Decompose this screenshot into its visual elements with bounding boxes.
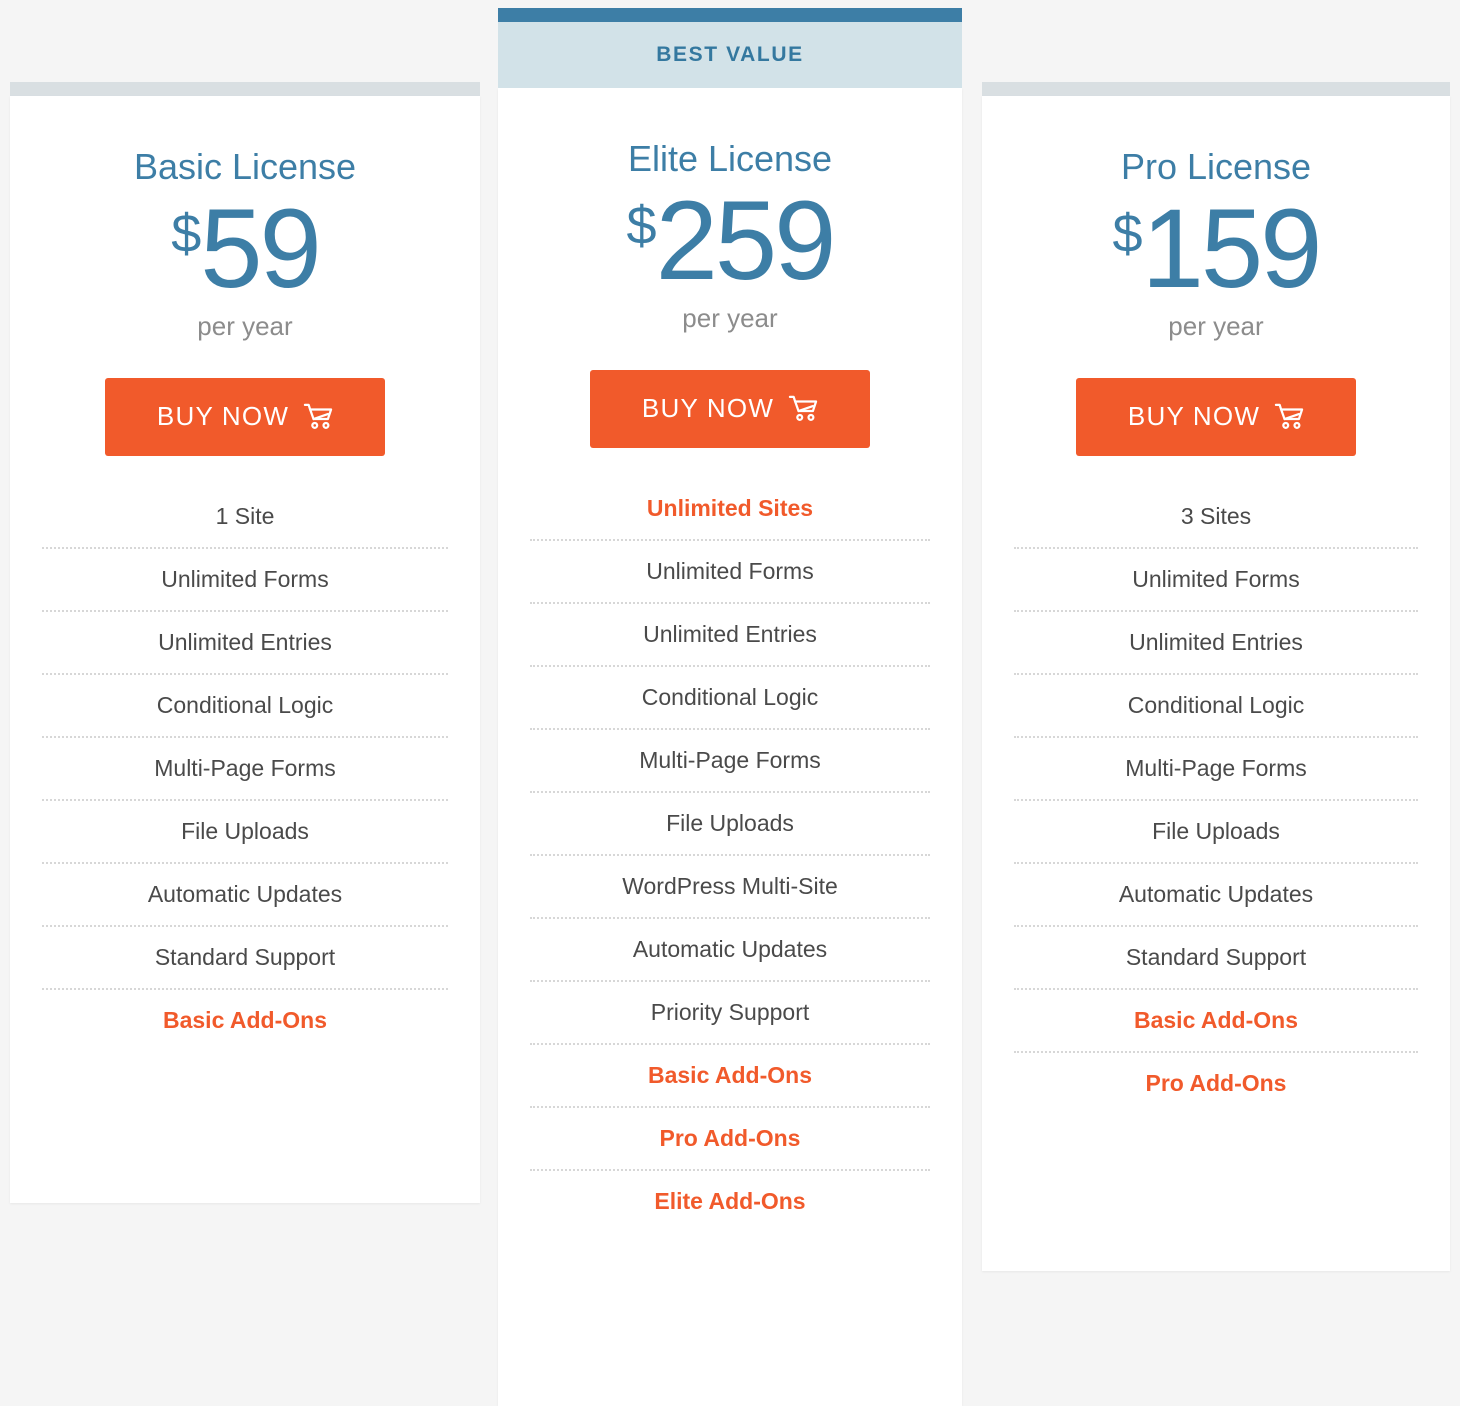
- buy-now-button[interactable]: BUY NOW: [105, 377, 385, 456]
- buy-now-label: BUY NOW: [641, 393, 775, 424]
- feature-item: Unlimited Sites: [530, 478, 930, 541]
- price-amount: 59: [200, 185, 322, 311]
- buy-button-wrapper: BUY NOW: [42, 377, 448, 456]
- pricing-card-basic: Basic License $59 per year BUY NOW 1 Sit…: [10, 82, 480, 1203]
- card-body: Elite License $259 per year BUY NOW Unli…: [498, 88, 962, 1406]
- feature-list: 1 Site Unlimited Forms Unlimited Entries…: [42, 486, 448, 1051]
- feature-list: 3 Sites Unlimited Forms Unlimited Entrie…: [1014, 486, 1418, 1114]
- feature-item: Conditional Logic: [530, 667, 930, 730]
- price-period: per year: [197, 310, 293, 341]
- feature-item: Multi-Page Forms: [1014, 738, 1418, 801]
- feature-item: Unlimited Entries: [42, 612, 448, 675]
- feature-item: Unlimited Forms: [42, 549, 448, 612]
- plan-price: $59: [42, 192, 448, 305]
- plan-name: Basic License: [133, 146, 357, 187]
- price-currency-symbol: $: [1112, 203, 1143, 264]
- price-period: per year: [1168, 310, 1264, 341]
- plan-price: $159: [1014, 192, 1418, 305]
- best-value-label: BEST VALUE: [656, 43, 804, 66]
- feature-item: File Uploads: [530, 793, 930, 856]
- feature-item: Automatic Updates: [530, 919, 930, 982]
- card-body: Basic License $59 per year BUY NOW 1 Sit…: [10, 96, 480, 1203]
- feature-item: Pro Add-Ons: [1145, 1069, 1287, 1096]
- feature-item: Unlimited Forms: [530, 541, 930, 604]
- feature-list: Unlimited Sites Unlimited Forms Unlimite…: [530, 478, 930, 1232]
- price-period: per year: [682, 302, 778, 333]
- feature-item: Conditional Logic: [1014, 675, 1418, 738]
- feature-item: Standard Support: [42, 927, 448, 990]
- buy-now-button[interactable]: BUY NOW: [590, 369, 870, 448]
- feature-item: Conditional Logic: [42, 675, 448, 738]
- price-amount: 259: [655, 177, 837, 303]
- feature-item: Automatic Updates: [42, 864, 448, 927]
- pricing-card-elite: BEST VALUE Elite License $259 per year B…: [498, 8, 962, 1406]
- feature-item: Basic Add-Ons: [1014, 990, 1418, 1053]
- feature-item: File Uploads: [42, 801, 448, 864]
- feature-item: Standard Support: [1014, 927, 1418, 990]
- feature-item: Pro Add-Ons: [530, 1108, 930, 1171]
- feature-item: 1 Site: [42, 486, 448, 549]
- feature-item: Automatic Updates: [1014, 864, 1418, 927]
- plan-name: Pro License: [1120, 146, 1312, 187]
- feature-item: 3 Sites: [1014, 486, 1418, 549]
- feature-item: Multi-Page Forms: [42, 738, 448, 801]
- feature-item: Multi-Page Forms: [530, 730, 930, 793]
- feature-item: File Uploads: [1014, 801, 1418, 864]
- buy-button-wrapper: BUY NOW: [1014, 377, 1418, 456]
- feature-item: Elite Add-Ons: [654, 1187, 806, 1214]
- buy-now-label: BUY NOW: [1127, 401, 1261, 432]
- card-top-bar-accent: [498, 8, 962, 22]
- plan-price: $259: [530, 184, 930, 297]
- plan-name: Elite License: [627, 138, 833, 179]
- feature-item: WordPress Multi-Site: [530, 856, 930, 919]
- shopping-cart-icon: [303, 403, 333, 431]
- feature-item: Basic Add-Ons: [530, 1045, 930, 1108]
- shopping-cart-icon: [1274, 403, 1304, 431]
- card-top-bar: [982, 82, 1450, 96]
- buy-button-wrapper: BUY NOW: [530, 369, 930, 448]
- buy-now-label: BUY NOW: [156, 401, 290, 432]
- feature-item: Unlimited Entries: [1014, 612, 1418, 675]
- feature-item: Basic Add-Ons: [162, 1006, 327, 1033]
- card-top-bar: [10, 82, 480, 96]
- price-amount: 159: [1141, 185, 1323, 311]
- feature-item: Unlimited Entries: [530, 604, 930, 667]
- feature-item: Priority Support: [530, 982, 930, 1045]
- pricing-table: Basic License $59 per year BUY NOW 1 Sit…: [0, 0, 1460, 1406]
- card-body: Pro License $159 per year BUY NOW 3 Site…: [982, 96, 1450, 1271]
- shopping-cart-icon: [788, 395, 818, 423]
- buy-now-button[interactable]: BUY NOW: [1076, 377, 1356, 456]
- best-value-badge: BEST VALUE: [498, 22, 962, 88]
- pricing-card-pro: Pro License $159 per year BUY NOW 3 Site…: [982, 82, 1450, 1271]
- price-currency-symbol: $: [171, 203, 201, 264]
- price-currency-symbol: $: [626, 195, 657, 256]
- feature-item: Unlimited Forms: [1014, 549, 1418, 612]
